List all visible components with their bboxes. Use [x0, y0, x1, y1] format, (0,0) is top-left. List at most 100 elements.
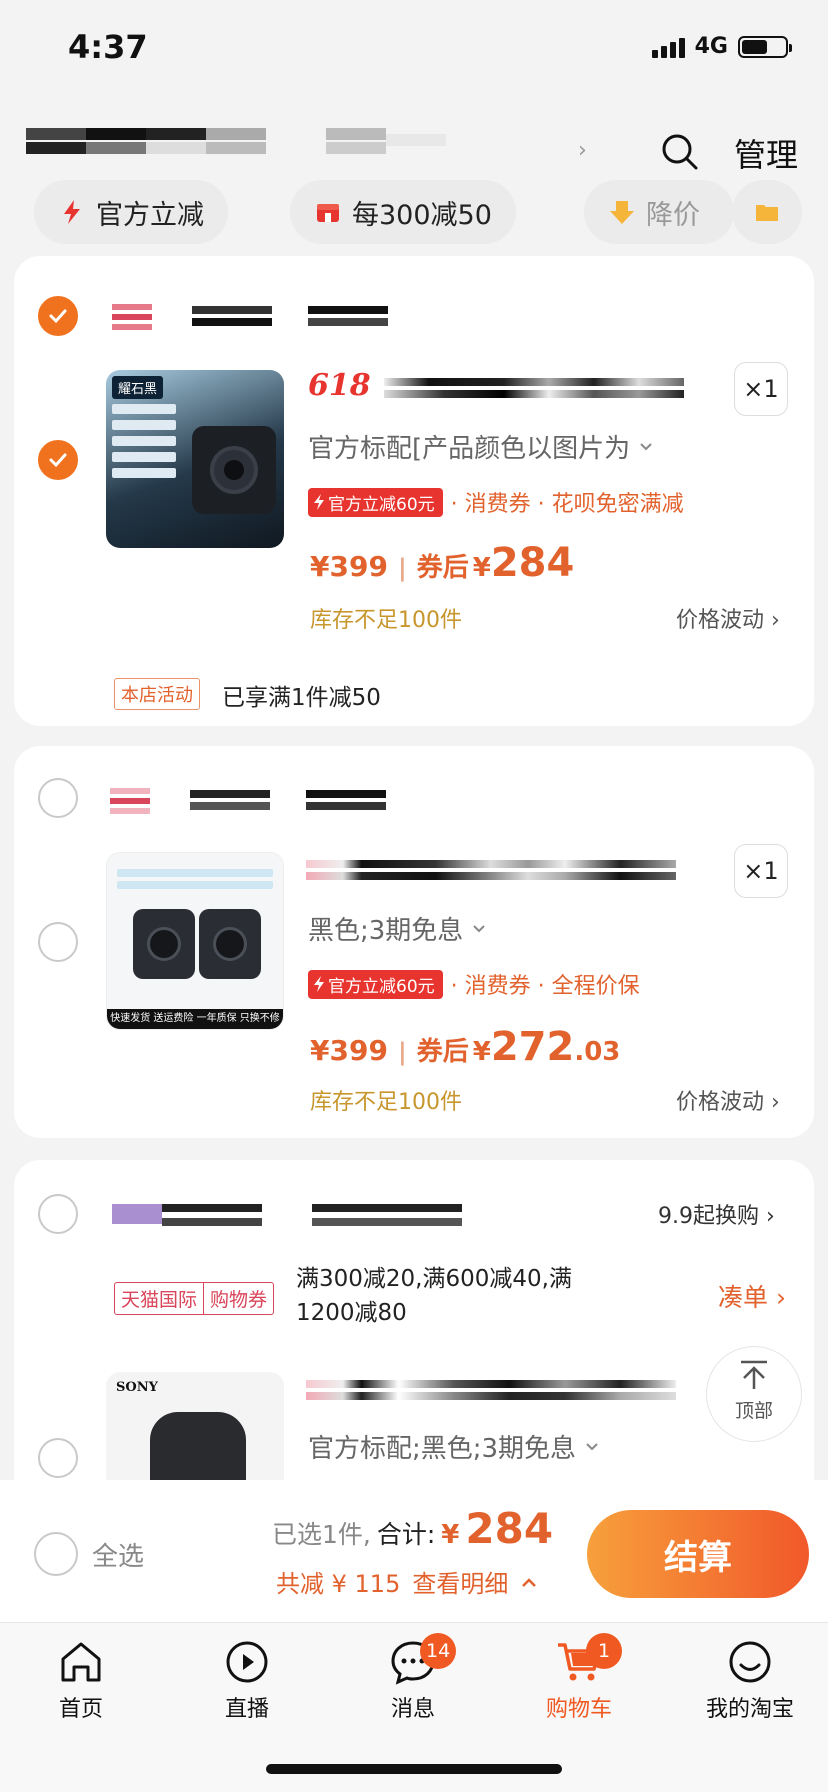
chevron-down-icon	[640, 442, 652, 450]
price-divider: |	[397, 554, 407, 582]
network-label: 4G	[694, 34, 728, 59]
coupon-label: 券后	[416, 1037, 469, 1067]
coupon-desc-line2: 1200减80	[296, 1300, 407, 1326]
chevron-up-icon	[522, 1577, 537, 1587]
total-line: 已选1件, 合计: ¥ 284	[272, 1504, 553, 1553]
store-icon	[317, 204, 339, 222]
pill-label: 降价	[646, 199, 700, 231]
stock-warning: 库存不足100件	[310, 1090, 462, 1115]
status-time: 4:37	[68, 28, 148, 66]
pill-label: 每300减50	[352, 199, 492, 231]
tmall-coupon-tag: 天猫国际 购物券	[114, 1282, 275, 1315]
price-divider: |	[397, 1038, 407, 1066]
arrow-down-icon	[610, 201, 634, 224]
checkout-bar: 全选 已选1件, 合计: ¥ 284 共减 ¥ 115 查看明细 结算	[0, 1480, 828, 1622]
chevron-down-icon	[586, 1442, 598, 1450]
back-to-top-button[interactable]: 顶部	[706, 1346, 802, 1442]
shop-checkbox[interactable]	[38, 778, 78, 818]
wave-text: 价格波动	[676, 1090, 765, 1115]
price-line: ¥399 | 券后 ¥ 284	[310, 540, 574, 586]
select-all-label[interactable]: 全选	[92, 1536, 144, 1573]
swap-link[interactable]: 9.9起换购 ›	[658, 1198, 775, 1230]
sku-selector[interactable]: 官方标配;黑色;3期免息	[308, 1428, 600, 1465]
tab-cart[interactable]: 购物车 1	[524, 1633, 634, 1723]
tab-live[interactable]: 直播	[192, 1639, 302, 1723]
speaker-left-illustration	[133, 909, 195, 979]
shop-activity-tag: 本店活动	[114, 678, 200, 710]
quantity-stepper[interactable]: ×1	[734, 362, 788, 416]
tab-home[interactable]: 首页	[26, 1639, 136, 1723]
product-image[interactable]: 耀石黑	[106, 370, 284, 548]
tab-my-taobao[interactable]: 我的淘宝	[690, 1639, 810, 1723]
product-image[interactable]: SONY	[106, 1372, 284, 1482]
home-indicator	[266, 1764, 562, 1774]
tab-label: 购物车	[545, 1697, 612, 1722]
coupon-currency: ¥	[472, 1037, 491, 1067]
thumb-caption: 快速发货 送运费险 一年质保 只换不修	[107, 1009, 283, 1029]
coupon-desc-line1: 满300减20,满600减40,满	[296, 1266, 572, 1292]
filter-pill-price-drop[interactable]: 降价	[584, 180, 734, 244]
back-to-top-label: 顶部	[734, 1400, 773, 1422]
sony-logo: SONY	[116, 1380, 158, 1395]
check-icon	[49, 453, 67, 468]
sku-selector[interactable]: 官方标配[产品颜色以图片为	[308, 428, 654, 465]
618-badge: 618	[308, 368, 371, 403]
check-icon	[49, 309, 67, 324]
address-chevron-icon: ›	[578, 138, 587, 163]
message-badge: 14	[420, 1633, 457, 1669]
tag-text: 官方立减60元	[328, 976, 435, 997]
discount-text: 共减 ¥ 115	[276, 1570, 401, 1598]
official-discount-tag: 官方立减60元	[308, 969, 443, 999]
filter-pill-300-minus-50[interactable]: 每300减50	[290, 180, 516, 244]
tab-label: 直播	[224, 1697, 269, 1722]
detail-text: 查看明细	[412, 1570, 509, 1598]
gather-order-link[interactable]: 凑单 ›	[718, 1278, 786, 1314]
product-image[interactable]: 快速发货 送运费险 一年质保 只换不修	[106, 852, 284, 1030]
cart-badge: 1	[586, 1633, 622, 1669]
sony-speaker-illustration	[150, 1412, 246, 1482]
product-title[interactable]	[306, 1376, 682, 1406]
filter-pill-folder[interactable]	[732, 180, 802, 244]
sku-text: 官方标配;黑色;3期免息	[308, 1434, 577, 1464]
address-bar[interactable]	[26, 120, 596, 160]
item-checkbox[interactable]	[38, 922, 78, 962]
item-checkbox[interactable]	[38, 440, 78, 480]
wave-text: 价格波动	[676, 608, 765, 633]
filter-pill-official-discount[interactable]: 官方立减	[34, 180, 228, 244]
total-currency: ¥	[441, 1520, 460, 1550]
coupon-price-decimal: .03	[574, 1037, 621, 1067]
product-title[interactable]	[384, 374, 690, 404]
price-line: ¥399 | 券后 ¥ 272 .03	[310, 1024, 620, 1070]
product-title[interactable]	[306, 856, 682, 886]
tab-messages[interactable]: 消息 14	[358, 1633, 468, 1723]
shop-name[interactable]	[112, 300, 402, 334]
swap-text: 9.9起换购	[658, 1204, 759, 1229]
tmall-tag-right: 购物券	[204, 1282, 275, 1315]
shop-checkbox[interactable]	[38, 1194, 78, 1234]
select-all-checkbox[interactable]	[34, 1532, 78, 1576]
gather-text: 凑单	[718, 1283, 769, 1312]
promo-text: · 消费券 · 花呗免密满减	[450, 492, 684, 517]
tab-label: 消息	[390, 1697, 435, 1722]
price-wave-link[interactable]: 价格波动 ›	[676, 602, 780, 634]
item-checkbox[interactable]	[38, 1438, 78, 1478]
coupon-description: 满300减20,满600减40,满 1200减80	[296, 1262, 572, 1330]
sku-selector[interactable]: 黑色;3期免息	[308, 910, 487, 947]
discount-detail-link[interactable]: 共减 ¥ 115 查看明细	[276, 1564, 538, 1599]
shop-checkbox[interactable]	[38, 296, 78, 336]
manage-button[interactable]: 管理	[734, 130, 798, 176]
arrow-up-icon	[741, 1360, 767, 1389]
price-wave-link[interactable]: 价格波动 ›	[676, 1084, 780, 1116]
sku-text: 官方标配[产品颜色以图片为	[308, 434, 631, 464]
coupon-label: 券后	[416, 553, 469, 583]
quantity-stepper[interactable]: ×1	[734, 844, 788, 898]
shop-name[interactable]	[112, 1200, 512, 1234]
checkout-button[interactable]: 结算	[587, 1510, 809, 1598]
tab-label: 我的淘宝	[705, 1697, 794, 1722]
tmall-tag-left: 天猫国际	[114, 1282, 205, 1315]
selected-count: 已选1件,	[272, 1520, 371, 1549]
official-discount-tag: 官方立减60元	[308, 487, 443, 517]
shop-name[interactable]	[110, 784, 410, 818]
search-icon[interactable]	[660, 132, 700, 172]
speaker-illustration	[192, 426, 276, 514]
